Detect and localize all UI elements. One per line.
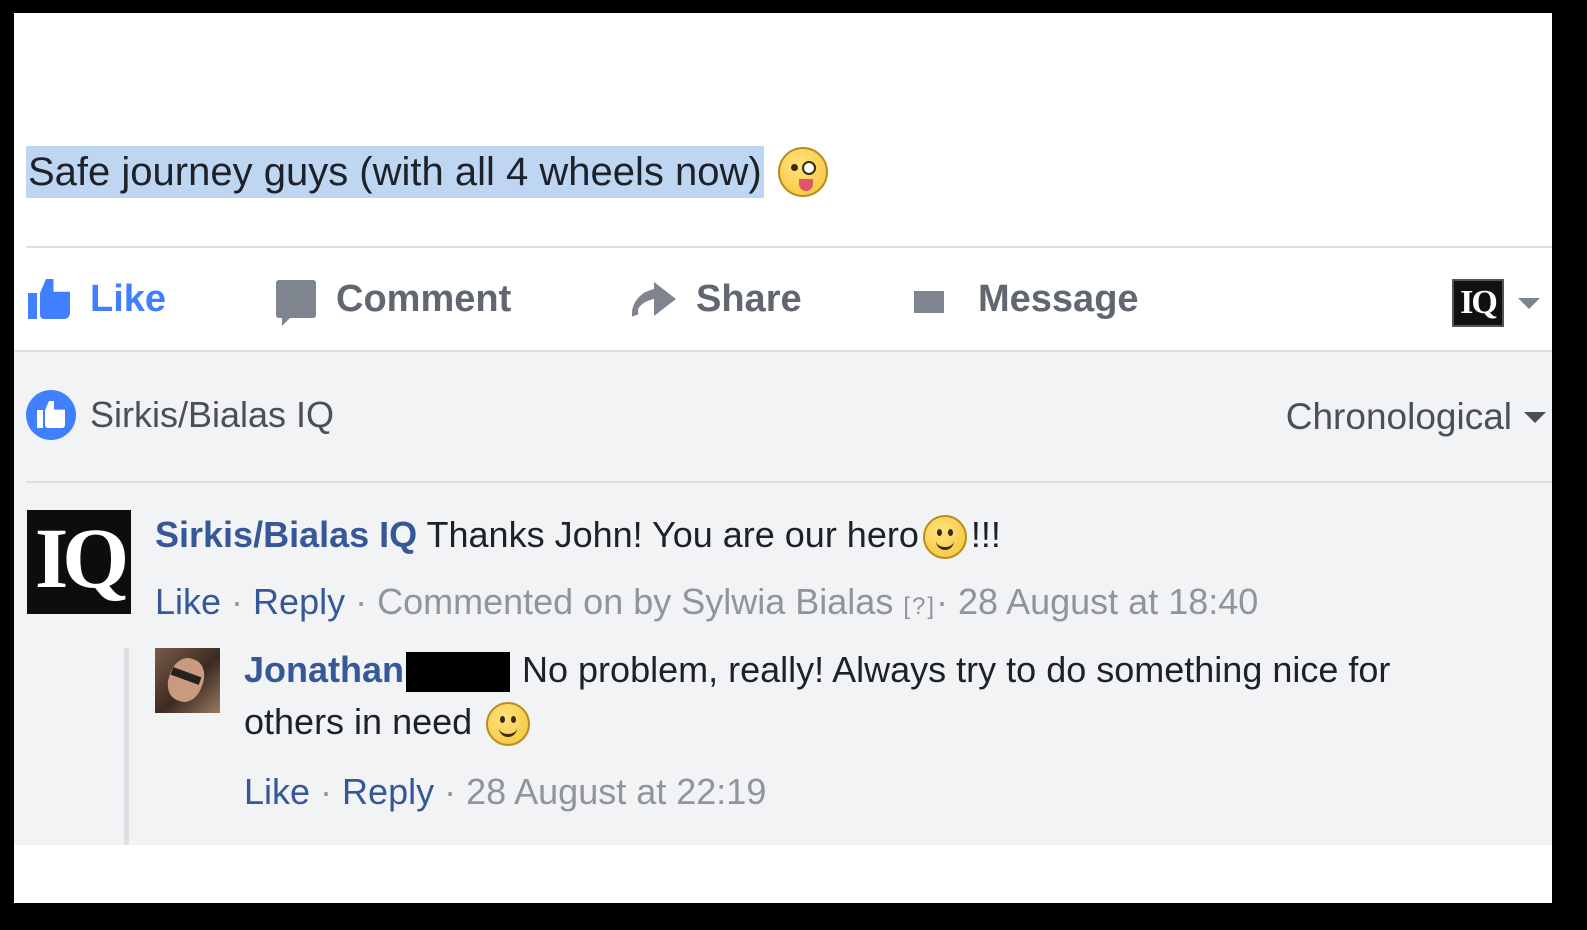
message-button[interactable]: Message bbox=[914, 249, 1139, 349]
reply-timestamp[interactable]: 28 August at 22:19 bbox=[466, 771, 766, 812]
reply-like-link[interactable]: Like bbox=[244, 771, 310, 812]
comment-like-link[interactable]: Like bbox=[155, 581, 221, 622]
share-label: Share bbox=[696, 277, 802, 320]
comment-button[interactable]: Comment bbox=[276, 249, 511, 349]
reply-thread-line bbox=[124, 648, 129, 845]
like-badge-icon bbox=[26, 390, 76, 440]
comment-label: Comment bbox=[336, 277, 512, 320]
message-icon bbox=[914, 281, 958, 317]
avatar-text: IQ bbox=[34, 510, 129, 606]
comment: Sirkis/Bialas IQ Thanks John! You are ou… bbox=[155, 512, 1532, 630]
liked-by[interactable]: Sirkis/Bialas IQ bbox=[90, 394, 334, 436]
comment-author[interactable]: Sirkis/Bialas IQ bbox=[155, 514, 417, 555]
comment-timestamp[interactable]: 28 August at 18:40 bbox=[958, 581, 1258, 622]
commented-on-by[interactable]: Commented on by Sylwia Bialas bbox=[377, 581, 893, 622]
reply-text: Jonathan No problem, really! Always try t… bbox=[244, 644, 1492, 748]
reply-author[interactable]: Jonathan bbox=[244, 649, 404, 690]
tongue-wink-emoji-icon bbox=[777, 147, 828, 197]
redaction-box bbox=[406, 652, 511, 693]
share-button[interactable]: Share bbox=[632, 249, 802, 349]
post-text-row: Safe journey guys (with all 4 wheels now… bbox=[26, 146, 828, 198]
post-text: Safe journey guys (with all 4 wheels now… bbox=[26, 146, 764, 198]
comment-icon bbox=[276, 280, 316, 326]
message-label: Message bbox=[978, 277, 1139, 320]
thumbs-up-icon bbox=[28, 279, 70, 319]
divider bbox=[26, 246, 1552, 248]
sort-label: Chronological bbox=[1285, 396, 1512, 437]
page-avatar: IQ bbox=[1452, 279, 1504, 327]
smiley-icon bbox=[922, 515, 967, 560]
share-arrow-icon bbox=[632, 282, 676, 316]
like-label: Like bbox=[90, 277, 167, 320]
avatar[interactable]: IQ bbox=[27, 510, 131, 614]
page-identity-selector[interactable]: IQ bbox=[1452, 279, 1540, 327]
help-link[interactable]: [?] bbox=[903, 593, 936, 620]
comments-section: Sirkis/Bialas IQ Chronological IQ Sirkis… bbox=[14, 350, 1552, 845]
divider bbox=[26, 481, 1552, 483]
comment-message-suffix: !!! bbox=[970, 514, 1001, 555]
chevron-down-icon bbox=[1524, 411, 1546, 423]
smiley-icon bbox=[486, 702, 531, 747]
comment-meta: Like · Reply · Commented on by Sylwia Bi… bbox=[155, 581, 1259, 623]
likes-summary[interactable]: Sirkis/Bialas IQ bbox=[26, 390, 334, 440]
reply: Jonathan No problem, really! Always try t… bbox=[244, 644, 1492, 818]
comment-sort-dropdown[interactable]: Chronological bbox=[1286, 396, 1546, 438]
comment-reply-link[interactable]: Reply bbox=[253, 581, 345, 622]
comment-text: Sirkis/Bialas IQ Thanks John! You are ou… bbox=[155, 512, 1532, 560]
reply-meta: Like · Reply · 28 August at 22:19 bbox=[244, 771, 767, 812]
chevron-down-icon bbox=[1518, 297, 1540, 309]
avatar[interactable] bbox=[155, 648, 220, 713]
post-card: Safe journey guys (with all 4 wheels now… bbox=[14, 13, 1552, 903]
like-button[interactable]: Like bbox=[28, 249, 166, 349]
reply-reply-link[interactable]: Reply bbox=[342, 771, 434, 812]
comment-message: Thanks John! You are our hero bbox=[426, 514, 919, 555]
action-bar: Like Comment Share Message bbox=[14, 249, 1552, 349]
